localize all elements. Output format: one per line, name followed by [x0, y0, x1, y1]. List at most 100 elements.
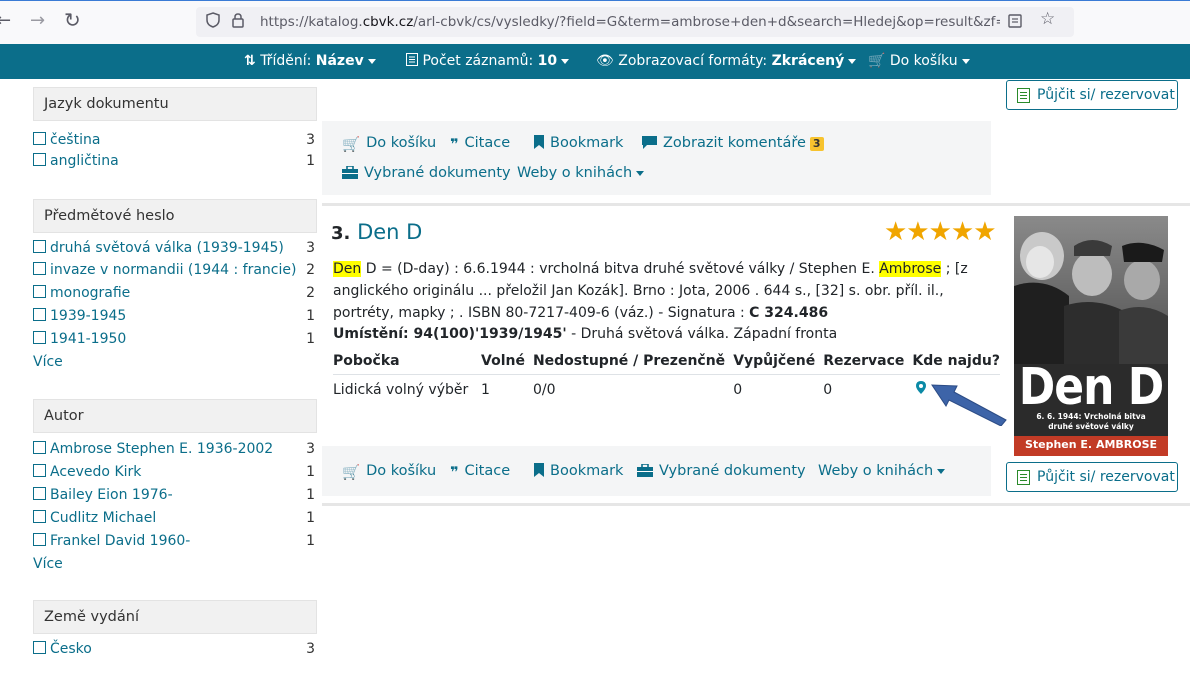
sort-value: Název: [315, 53, 364, 69]
facet-more-link[interactable]: Více: [33, 354, 63, 370]
citation-link[interactable]: ❞ Citace: [450, 135, 510, 153]
books-web-dropdown[interactable]: Weby o knihách: [818, 463, 946, 479]
checkbox[interactable]: [33, 641, 46, 654]
cover-author: Stephen E. AMBROSE: [1024, 438, 1158, 451]
facet-item[interactable]: druhá světová válka (1939-1945) 3: [33, 240, 317, 260]
checkbox[interactable]: [33, 464, 46, 477]
reserve-button[interactable]: Půjčit si/ rezervovat: [1006, 462, 1178, 492]
url-bar[interactable]: https://katalog.cbvk.cz/arl-cbvk/cs/vysl…: [196, 7, 1074, 37]
checkbox[interactable]: [33, 441, 46, 454]
lock-icon[interactable]: [231, 12, 245, 28]
facet-item[interactable]: Bailey Eion 1976- 1: [33, 487, 317, 507]
bookmark-icon: [534, 463, 544, 481]
cover-subtitle: 6. 6. 1944: Vrcholná bitva: [1036, 412, 1146, 421]
facet-item[interactable]: angličtina 1: [33, 153, 317, 173]
bookmark-star-icon[interactable]: ☆: [1040, 9, 1055, 29]
cover-title: Den D: [1018, 358, 1165, 417]
forward-arrow-icon[interactable]: →: [30, 10, 45, 31]
back-arrow-icon[interactable]: ←: [0, 10, 11, 31]
checkbox[interactable]: [33, 285, 46, 298]
record-title[interactable]: 3. Den D: [331, 220, 422, 244]
facet-item[interactable]: Ambrose Stephen E. 1936-2002 3: [33, 441, 317, 461]
chevron-down-icon: [561, 58, 570, 64]
briefcase-icon: [342, 165, 358, 183]
document-icon: [1017, 88, 1030, 103]
chevron-down-icon: [848, 58, 857, 64]
sort-icon: ⇅: [244, 53, 256, 69]
checkbox[interactable]: [33, 533, 46, 546]
show-comments-link[interactable]: Zobrazit komentáře 3: [642, 135, 824, 153]
url-text[interactable]: https://katalog.cbvk.cz/arl-cbvk/cs/vysl…: [260, 14, 1000, 30]
record-count-value: 10: [537, 53, 558, 69]
facet-item[interactable]: čeština 3: [33, 132, 317, 152]
facet-item[interactable]: 1939-1945 1: [33, 308, 317, 328]
checkbox[interactable]: [33, 331, 46, 344]
comment-icon: [642, 136, 657, 153]
checkbox[interactable]: [33, 262, 46, 275]
chevron-down-icon: [636, 170, 645, 176]
facet-more-link[interactable]: Více: [33, 556, 63, 572]
citation-link[interactable]: ❞ Citace: [450, 463, 510, 481]
book-cover-image[interactable]: Den D 6. 6. 1944: Vrcholná bitva druhé s…: [1014, 216, 1168, 456]
facet-heading-author: Autor: [33, 399, 317, 433]
checkbox[interactable]: [33, 132, 46, 145]
reload-icon[interactable]: ↻: [64, 8, 81, 32]
record-separator: [322, 203, 1190, 206]
list-icon: [406, 53, 418, 66]
bookmark-icon: [534, 135, 544, 153]
display-format-value: Zkrácený: [771, 53, 845, 69]
chevron-down-icon: [367, 58, 376, 64]
checkbox[interactable]: [33, 510, 46, 523]
chevron-down-icon: [937, 468, 946, 474]
record-description: Den D = (D-day) : 6.6.1944 : vrcholná bi…: [333, 261, 968, 321]
facet-item[interactable]: Cudlitz Michael 1: [33, 510, 317, 530]
record-location: Umístění: 94(100)'1939/1945' - Druhá svě…: [333, 326, 838, 342]
bookmark-link[interactable]: Bookmark: [534, 135, 623, 153]
record-count-dropdown[interactable]: Počet záznamů: 10: [406, 53, 570, 69]
selected-documents-link[interactable]: Vybrané dokumenty: [342, 165, 511, 183]
document-icon: [1017, 470, 1030, 485]
checkbox[interactable]: [33, 240, 46, 253]
eye-icon: 👁: [596, 53, 614, 69]
add-to-cart-link[interactable]: 🛒 Do košíku: [342, 463, 436, 481]
bookmark-link[interactable]: Bookmark: [534, 463, 623, 481]
record-title-link[interactable]: Den D: [357, 220, 422, 244]
display-format-dropdown[interactable]: 👁 Zobrazovací formáty: Zkrácený: [596, 53, 857, 69]
checkbox[interactable]: [33, 153, 46, 166]
quote-icon: ❞: [450, 137, 459, 153]
rating-stars[interactable]: ★★★★★: [884, 217, 997, 247]
reader-view-icon[interactable]: [1008, 13, 1022, 29]
facet-item[interactable]: Frankel David 1960- 1: [33, 533, 317, 553]
checkbox[interactable]: [33, 487, 46, 500]
map-marker-icon[interactable]: [916, 381, 927, 394]
checkbox[interactable]: [33, 308, 46, 321]
books-web-dropdown[interactable]: Weby o knihách: [517, 165, 645, 181]
sort-dropdown[interactable]: ⇅ Třídění: Název: [244, 53, 376, 69]
facet-heading-country: Země vydání: [33, 600, 317, 634]
facet-item[interactable]: Acevedo Kirk 1: [33, 464, 317, 484]
facet-item[interactable]: 1941-1950 1: [33, 331, 317, 351]
cart-dropdown[interactable]: 🛒 Do košíku: [868, 53, 970, 69]
cart-icon: 🛒: [868, 53, 886, 69]
browser-toolbar: ← → ↻ https://katalog.cbvk.cz/arl-cbvk/c…: [0, 0, 1190, 44]
quote-icon: ❞: [450, 465, 459, 481]
facet-heading-subject: Předmětové heslo: [33, 199, 317, 233]
facet-item[interactable]: monografie 2: [33, 285, 317, 305]
reserve-button[interactable]: Půjčit si/ rezervovat: [1006, 80, 1178, 110]
record-separator: [322, 503, 1190, 506]
comments-count-badge: 3: [809, 137, 824, 151]
sort-label: Třídění:: [260, 53, 312, 69]
cart-icon: 🛒: [342, 137, 361, 153]
record-actions-top: 🛒 Do košíku ❞ Citace Bookmark Zobrazit kom…: [322, 121, 991, 195]
cart-label: Do košíku: [889, 53, 958, 69]
table-header-row: Pobočka Volné Nedostupné / Prezenčně Vyp…: [333, 353, 1000, 369]
facet-item[interactable]: Česko 3: [33, 641, 317, 661]
facet-heading-language: Jazyk dokumentu: [33, 87, 317, 121]
add-to-cart-link[interactable]: 🛒 Do košíku: [342, 135, 436, 153]
briefcase-icon: [637, 463, 653, 481]
facet-item[interactable]: invaze v normandii (1944 : francie) 2: [33, 262, 317, 282]
chevron-down-icon: [961, 58, 970, 64]
shield-icon[interactable]: [206, 12, 220, 28]
selected-documents-link[interactable]: Vybrané dokumenty: [637, 463, 806, 481]
record-count-label: Počet záznamů:: [422, 53, 534, 69]
